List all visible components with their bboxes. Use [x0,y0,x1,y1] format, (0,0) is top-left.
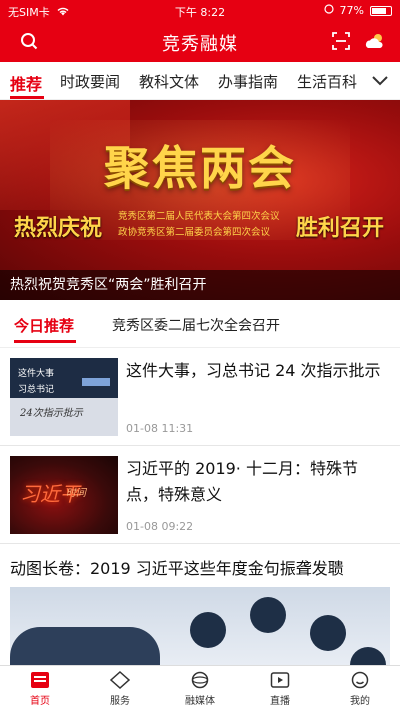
nav-label: 服务 [110,696,130,707]
service-icon [80,670,160,690]
feature-image[interactable] [10,587,390,665]
media-icon [160,670,240,690]
thumb-text: 习总书记 [18,385,55,395]
feature-image-figure [10,627,160,665]
profile-icon [320,670,400,690]
live-icon [240,670,320,690]
battery-fill [372,7,386,14]
category-tabs: 推荐 时政要闻 教科文体 办事指南 生活百科 [0,62,400,100]
nav-label: 直播 [270,696,290,707]
news-time: 01-08 09:22 [126,520,194,533]
scan-icon[interactable] [332,32,350,54]
bottom-nav: 首页 服务 融媒体 直播 我的 [0,665,400,710]
nav-live[interactable]: 直播 [240,670,320,707]
feature-image-circle [190,612,226,648]
hero-banner[interactable]: 聚焦两会 热烈庆祝 竞秀区第二届人民代表大会第四次会议 政协竞秀区第二届委员会第… [0,100,400,300]
status-bar: 无SIM卡 下午 8:22 77% [0,0,400,22]
thumb-logo [82,378,110,386]
banner-subline-1: 竞秀区第二届人民代表大会第四次会议 [118,211,280,222]
home-icon [0,670,80,690]
thumb-text: 时间 [66,488,86,499]
tab-politics[interactable]: 时政要闻 [60,71,120,92]
nav-label: 我的 [350,696,370,707]
today-recommend[interactable]: 今日推荐 竞秀区委二届七次全会召开 [0,300,400,348]
battery-icon [370,5,392,16]
nav-media[interactable]: 融媒体 [160,670,240,707]
news-item[interactable]: 习近平 时间 习近平的 2019· 十二月：特殊节点，特殊意义 01-08 09… [0,446,400,544]
nav-home[interactable]: 首页 [0,670,80,707]
feature-title[interactable]: 动图长卷：2019 习近平这些年度金句振聋发聩 [10,555,344,579]
today-tag-underline [14,340,76,343]
news-thumbnail: 这件大事 习总书记 24次指示批示 [10,358,118,436]
news-title[interactable]: 这件大事，习总书记 24 次指示批示 [126,358,388,384]
banner-headline: 聚焦两会 [104,141,296,195]
tab-recommend[interactable]: 推荐 [10,71,42,95]
banner-caption: 热烈祝贺竞秀区“两会”胜利召开 [10,277,207,293]
banner-subline-2: 政协竞秀区第二届委员会第四次会议 [118,227,271,238]
feature-image-circle [250,597,286,633]
active-tab-indicator [10,96,44,99]
tab-life[interactable]: 生活百科 [297,71,357,92]
today-headline[interactable]: 竞秀区委二届七次全会召开 [112,315,280,335]
rotation-lock-icon [323,4,334,17]
banner-right-slogan: 胜利召开 [295,216,384,241]
chevron-down-icon[interactable] [370,70,390,94]
tab-service-guide[interactable]: 办事指南 [218,71,278,92]
tab-education[interactable]: 教科文体 [139,71,199,92]
news-thumbnail: 习近平 时间 [10,456,118,534]
battery-percent: 77% [339,4,364,17]
news-title[interactable]: 习近平的 2019· 十二月：特殊节点，特殊意义 [126,456,388,508]
nav-label: 融媒体 [185,696,215,707]
news-time: 01-08 11:31 [126,422,194,435]
feature-image-circle [350,647,386,665]
news-item[interactable]: 这件大事 习总书记 24次指示批示 这件大事，习总书记 24 次指示批示 01-… [0,348,400,446]
weather-icon[interactable] [364,32,386,54]
app-bar: 竞秀融媒 [0,22,400,62]
nav-label: 首页 [30,696,50,707]
nav-profile[interactable]: 我的 [320,670,400,707]
thumb-text: 这件大事 [18,369,55,379]
nav-service[interactable]: 服务 [80,670,160,707]
feature-image-circle [310,615,346,651]
banner-left-slogan: 热烈庆祝 [14,216,103,241]
today-tag: 今日推荐 [14,317,75,335]
thumb-text: 24次指示批示 [20,408,83,419]
